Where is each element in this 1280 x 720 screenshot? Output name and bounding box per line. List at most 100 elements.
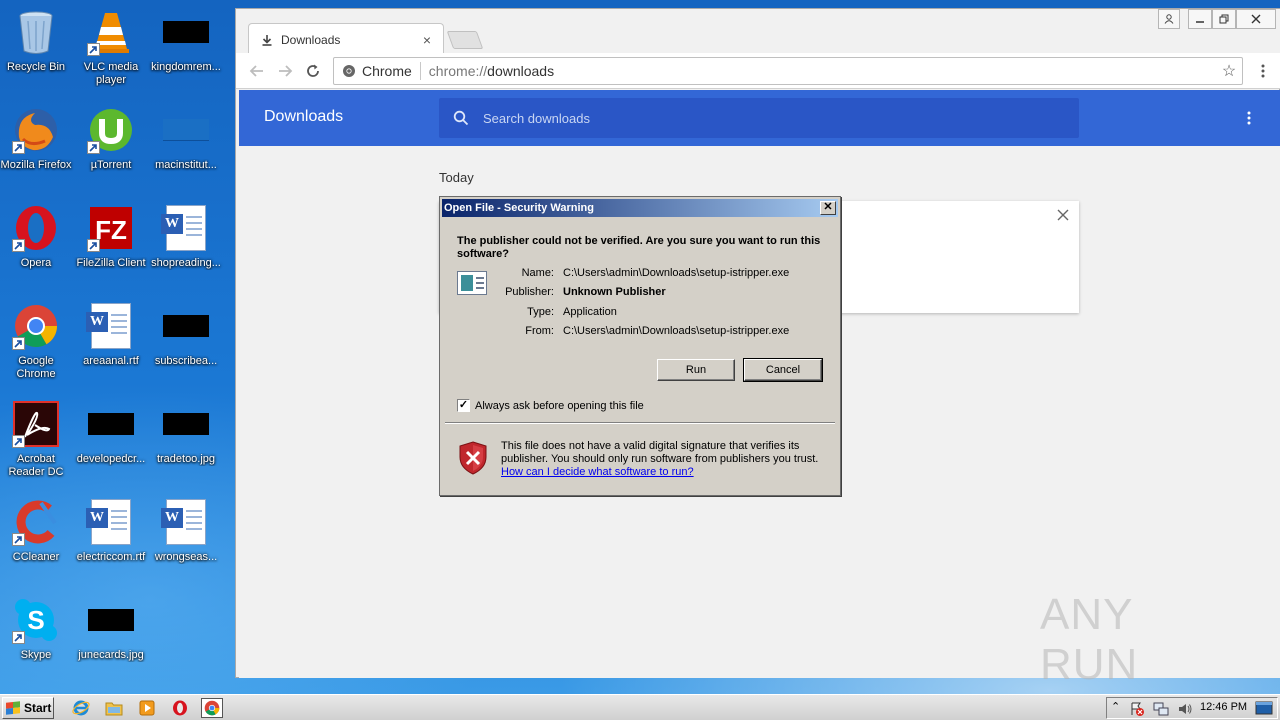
desktop-icon-label: developedcr... [76,453,146,465]
desktop-icon-label: wrongseas... [154,551,218,563]
anyrun-watermark: ANY RUN [1040,590,1240,689]
new-tab-button[interactable] [446,31,484,49]
taskbar-clock[interactable]: 12:46 PM [1200,701,1247,713]
desktop-icon-acrobat-reader[interactable]: Acrobat Reader DC [0,396,74,488]
dialog-warning-block: This file does not have a valid digital … [501,440,831,479]
desktop-icon-label: electriccom.rtf [76,551,146,563]
profile-icon[interactable] [1158,9,1180,29]
close-window-icon[interactable] [1236,9,1276,29]
volume-icon[interactable] [1177,701,1193,717]
opera-icon[interactable] [169,698,191,718]
remove-download-icon[interactable] [1055,207,1071,223]
desktop-icon-subscribea[interactable]: subscribea... [148,298,224,390]
internet-explorer-icon[interactable] [70,698,92,718]
back-arrow-icon [249,65,263,77]
more-vert-icon [1247,111,1251,125]
desktop-icon-opera[interactable]: Opera [0,200,74,292]
forward-button[interactable] [275,61,295,81]
show-desktop-icon[interactable] [1255,701,1273,715]
restore-icon[interactable] [1212,9,1236,29]
security-warning-dialog: Open File - Security Warning ✕ The publi… [439,196,841,496]
address-bar[interactable]: Chrome chrome://downloads ☆ [333,57,1243,85]
desktop-icon-developedcr[interactable]: developedcr... [73,396,149,488]
tray-expand-icon[interactable]: ⌃ [1111,700,1120,713]
desktop-icon-label: kingdomrem... [151,61,221,73]
back-button[interactable] [247,61,267,81]
word-doc-icon: W [161,498,210,546]
field-name: Name: C:\Users\admin\Downloads\setup-ist… [490,267,830,279]
run-button[interactable]: Run [657,359,735,381]
tab-title: Downloads [281,32,341,47]
field-value: C:\Users\admin\Downloads\setup-istripper… [563,325,790,337]
tab-close-icon[interactable]: × [419,32,435,48]
desktop-icon-utorrent[interactable]: µTorrent [73,102,149,194]
word-doc-icon: W [86,302,135,350]
desktop-icon-tradetoo[interactable]: tradetoo.jpg [148,396,224,488]
desktop-icon-label: Google Chrome [16,355,56,380]
browser-toolbar: Chrome chrome://downloads ☆ [236,53,1280,89]
field-label: Publisher: [505,286,554,298]
chrome-icon[interactable] [201,698,223,718]
taskbar: Start ⌃ 12:46 PM [0,694,1280,720]
downloads-menu-button[interactable] [1239,108,1259,128]
url-text[interactable]: chrome://downloads [429,63,1216,79]
desktop-icon-recycle-bin[interactable]: Recycle Bin [0,4,74,96]
desktop-icon-wrongseas[interactable]: W wrongseas... [148,494,224,586]
dialog-close-button[interactable]: ✕ [820,201,836,215]
desktop-icon-shopreading[interactable]: W shopreading... [148,200,224,292]
always-ask-checkbox-row[interactable]: ✓ Always ask before opening this file [457,399,644,412]
field-from: From: C:\Users\admin\Downloads\setup-ist… [490,325,830,337]
minimize-icon[interactable] [1188,9,1212,29]
help-link[interactable]: How can I decide what software to run? [501,466,694,478]
desktop-icon-google-chrome[interactable]: Google Chrome [0,298,74,390]
shortcut-arrow-icon [87,239,100,252]
dialog-title: Open File - Security Warning [444,202,594,214]
search-icon [453,110,469,126]
application-file-icon [457,271,487,295]
origin-chip: Chrome [362,63,412,79]
field-label: From: [525,325,554,337]
checkbox-label: Always ask before opening this file [475,399,644,412]
media-player-icon[interactable] [136,698,158,718]
desktop-icon-label: tradetoo.jpg [156,453,216,465]
word-doc-icon: W [86,498,135,546]
start-button[interactable]: Start [2,697,54,719]
field-value: Unknown Publisher [563,286,666,298]
reload-button[interactable] [303,61,323,81]
field-value: C:\Users\admin\Downloads\setup-istripper… [563,267,790,279]
search-downloads-input[interactable] [483,110,1043,126]
action-center-flag-icon[interactable] [1129,701,1145,717]
explorer-folder-icon[interactable] [103,698,125,718]
chrome-menu-button[interactable] [1253,61,1273,81]
acrobat-icon [12,400,60,448]
desktop-icon-areaanal[interactable]: W areaanal.rtf [73,298,149,390]
redacted-image-icon [162,8,210,56]
url-scheme: chrome:// [428,63,488,79]
watermark-text: ANY RUN [1040,590,1139,689]
desktop-icon-firefox[interactable]: Mozilla Firefox [0,102,74,194]
desktop-icon-label: Acrobat Reader DC [8,453,64,478]
reload-icon [307,64,319,77]
browser-titlebar: Downloads × [236,9,1280,55]
always-ask-checkbox[interactable]: ✓ [457,399,470,412]
desktop-icon-junecards[interactable]: junecards.jpg [73,592,149,684]
desktop-icon-skype[interactable]: S Skype [0,592,74,684]
desktop-icon-electriccom[interactable]: W electriccom.rtf [73,494,149,586]
field-type: Type: Application [490,306,830,318]
cancel-button[interactable]: Cancel [743,358,823,382]
desktop-icon-label: areaanal.rtf [83,355,139,367]
more-vert-icon [1261,64,1265,78]
shortcut-arrow-icon [12,631,25,644]
desktop-icon-vlc[interactable]: VLC media player [73,4,149,96]
tab-downloads[interactable]: Downloads × [248,23,444,55]
network-icon[interactable] [1153,701,1169,717]
dialog-titlebar: Open File - Security Warning ✕ [442,199,838,217]
desktop-icon-kingdomrem[interactable]: kingdomrem... [148,4,224,96]
desktop-icon-macinstitut[interactable]: macinstitut... [148,102,224,194]
shortcut-arrow-icon [87,141,100,154]
desktop-icon-label: shopreading... [151,257,221,269]
desktop-icon-ccleaner[interactable]: CCleaner [0,494,74,586]
desktop-icon-filezilla[interactable]: FZ FileZilla Client [73,200,149,292]
bookmark-star-icon[interactable]: ☆ [1216,61,1242,81]
opera-icon [12,204,60,252]
